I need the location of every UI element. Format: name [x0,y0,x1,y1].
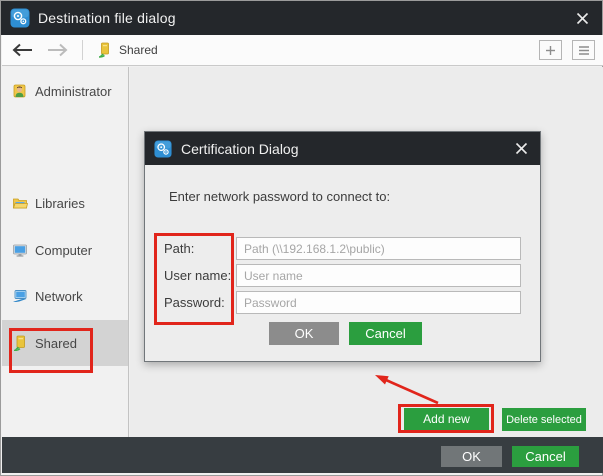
back-arrow-icon [12,43,32,57]
dialog-message: Enter network password to connect to: [169,189,391,204]
toolbar-separator [82,40,83,60]
certification-dialog: Certification Dialog Enter network passw… [144,131,541,362]
sidebar-item-label: Libraries [35,195,85,211]
network-icon [13,290,27,302]
sidebar-item-label: Shared [35,335,77,351]
sidebar-item-computer[interactable]: Computer [2,227,128,273]
plus-icon [546,45,555,55]
password-label: Password: [164,295,225,310]
shared-folder-icon [98,42,109,58]
window-close-button[interactable] [570,8,594,28]
cancel-button[interactable]: Cancel [512,446,579,467]
window-title: Destination file dialog [38,10,176,26]
delete-selected-button[interactable]: Delete selected [502,408,586,431]
sidebar-item-network[interactable]: Network [2,273,128,319]
path-label: Path: [164,241,195,256]
footer-bar: OK Cancel [2,437,603,473]
dialog-titlebar: Certification Dialog [145,132,540,165]
sidebar-item-label: Computer [35,242,93,258]
navigation-toolbar: Shared [2,35,603,66]
forward-button[interactable] [44,39,70,61]
places-sidebar: Administrator Libraries Computer Network… [2,67,129,437]
destination-file-dialog-window: Destination file dialog Shared Administr… [0,0,603,476]
back-button[interactable] [10,39,36,61]
libraries-folder-icon [12,198,28,209]
dialog-title: Certification Dialog [181,140,299,157]
username-input[interactable] [236,264,521,287]
dialog-ok-button[interactable]: OK [269,322,339,345]
username-field-row: User name: [145,264,540,287]
close-icon [576,12,588,24]
app-gears-icon [154,139,172,158]
path-field-row: Path: [145,237,540,260]
sidebar-item-administrator[interactable]: Administrator [2,68,128,114]
window-titlebar: Destination file dialog [1,1,602,35]
password-field-row: Password: [145,291,540,314]
dialog-cancel-button[interactable]: Cancel [349,322,422,345]
sidebar-item-shared[interactable]: Shared [2,320,128,366]
password-input[interactable] [236,291,521,314]
add-path-button[interactable] [539,40,562,60]
list-icon [578,45,589,55]
computer-monitor-icon [13,244,27,257]
username-label: User name: [164,268,232,283]
list-view-button[interactable] [572,40,595,60]
administrator-user-icon [13,84,26,98]
path-input[interactable] [236,237,521,260]
add-new-button[interactable]: Add new [404,408,489,430]
sidebar-item-label: Administrator [35,83,112,99]
shared-folder-icon [13,335,25,351]
ok-button[interactable]: OK [441,446,502,467]
sidebar-item-libraries[interactable]: Libraries [2,180,128,226]
forward-arrow-icon [48,43,68,57]
close-icon [515,142,527,155]
sidebar-item-label: Network [35,288,83,304]
dialog-close-button[interactable] [510,139,532,158]
app-gears-icon [10,8,30,28]
breadcrumb: Shared [119,43,158,57]
